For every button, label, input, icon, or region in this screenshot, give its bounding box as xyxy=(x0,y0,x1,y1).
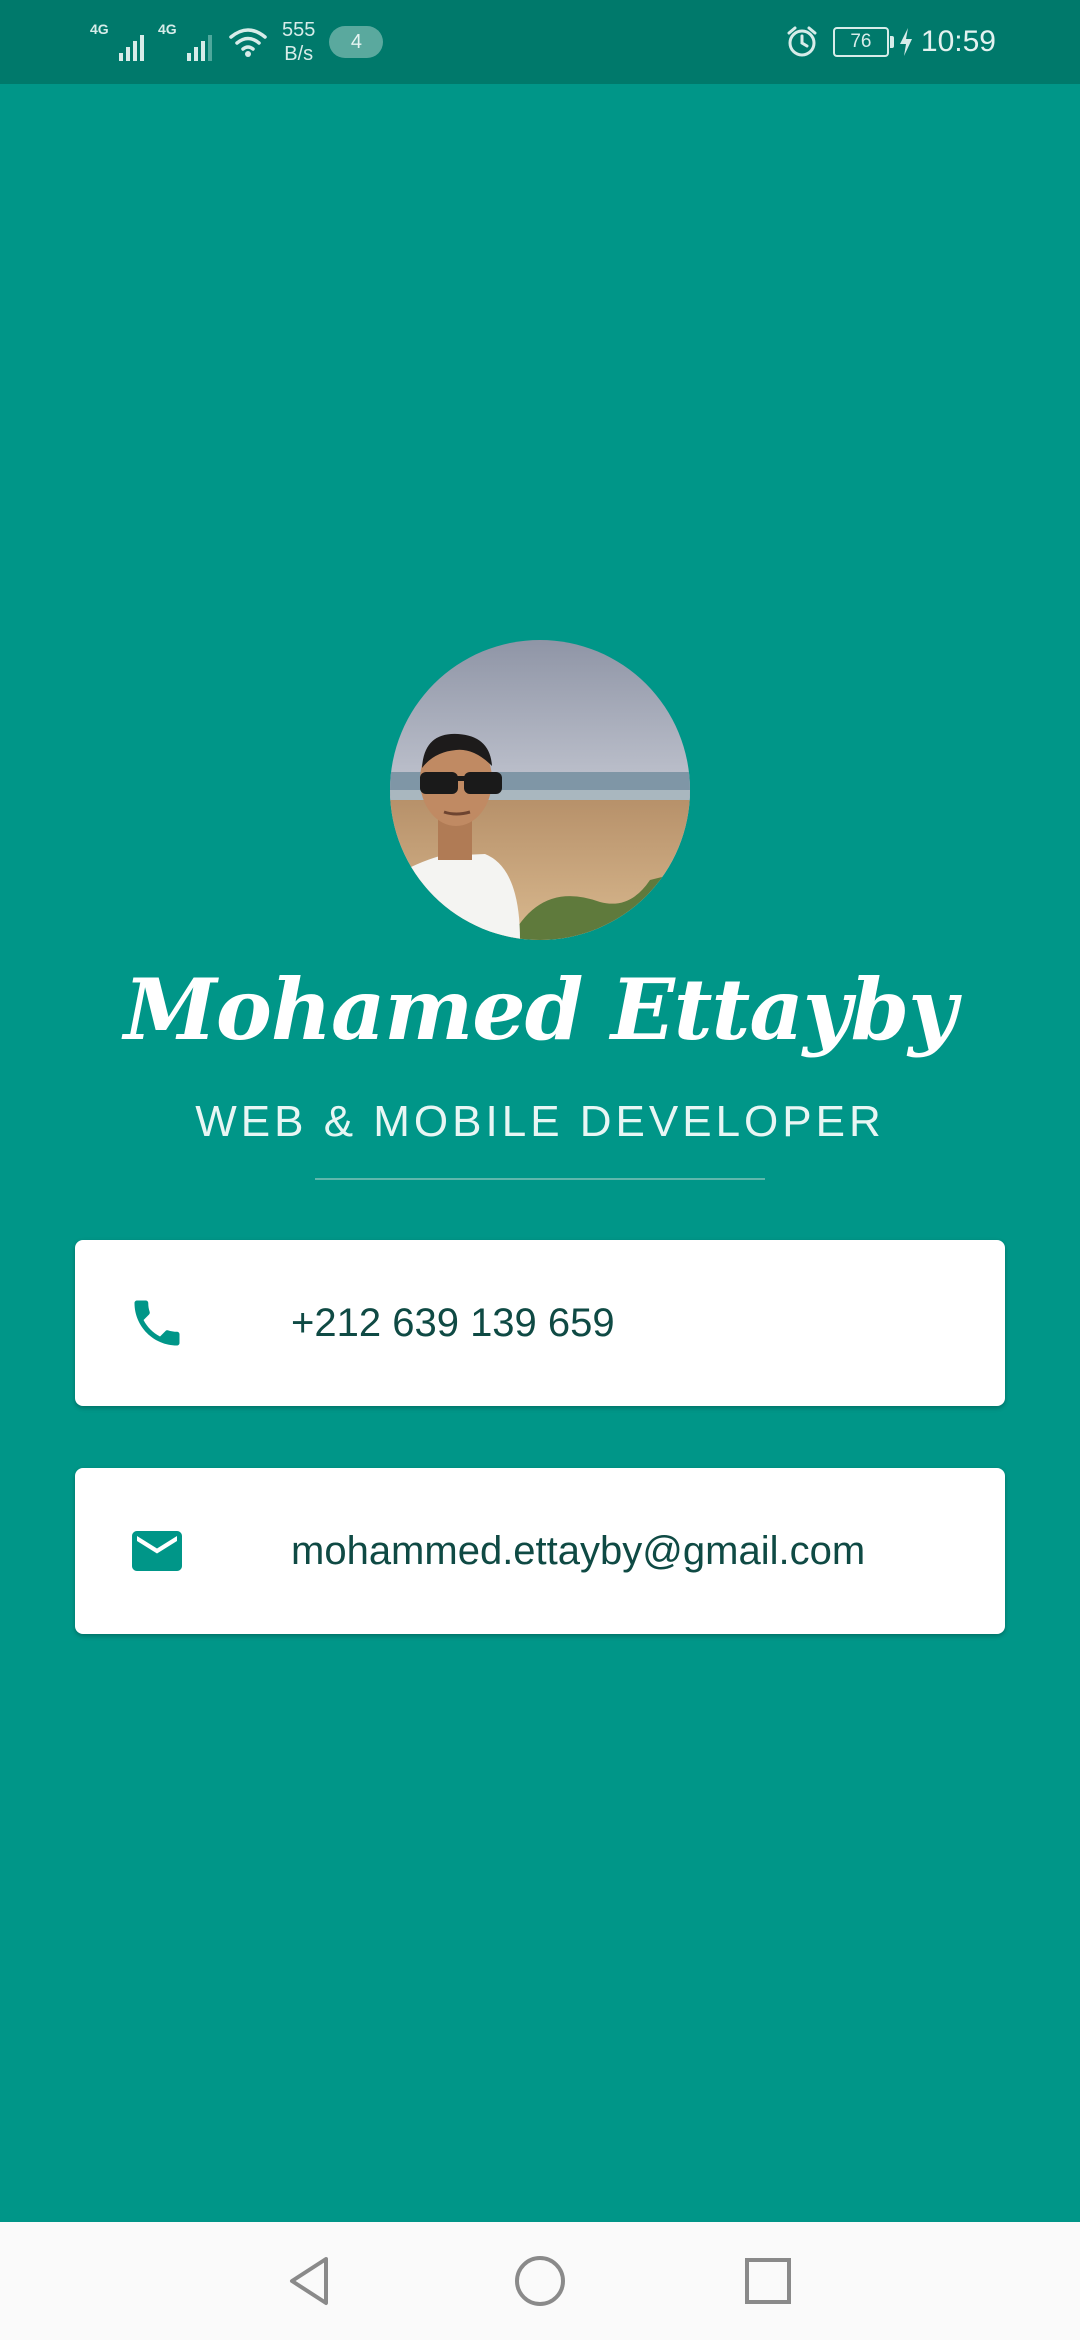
navigation-bar xyxy=(0,2222,1080,2340)
speed-unit: B/s xyxy=(284,43,314,65)
network-type-2: 4G xyxy=(158,21,177,37)
status-time: 10:59 xyxy=(920,25,996,58)
network-type-1: 4G xyxy=(90,21,109,37)
avatar-image xyxy=(390,640,690,940)
triangle-back-icon xyxy=(290,2257,328,2305)
profile-name: Mohamed Ettayby xyxy=(123,960,957,1059)
profile-avatar xyxy=(390,640,690,940)
email-icon xyxy=(132,1531,182,1571)
phone-card[interactable]: +212 639 139 659 xyxy=(75,1240,1005,1406)
signal-1-icon: 4G xyxy=(90,21,144,63)
circle-home-icon xyxy=(515,2256,565,2306)
profile-title: WEB & MOBILE DEVELOPER xyxy=(195,1097,885,1146)
screen: 4G 4G 555 B/s 4 76 10:59 Mohamed Ettayby… xyxy=(0,0,1080,2340)
signal-2-icon: 4G xyxy=(158,21,212,63)
home-button[interactable] xyxy=(481,2222,599,2340)
alarm-icon xyxy=(787,26,817,57)
status-bar: 4G 4G 555 B/s 4 76 10:59 xyxy=(0,0,1080,84)
battery-indicator: 76 xyxy=(832,27,894,57)
square-recents-icon xyxy=(745,2258,791,2304)
email-card[interactable]: mohammed.ettayby@gmail.com xyxy=(75,1468,1005,1634)
network-speed: 555 B/s xyxy=(282,18,315,66)
phone-number: +212 639 139 659 xyxy=(291,1301,615,1345)
status-left: 4G 4G 555 B/s 4 xyxy=(90,0,384,84)
speed-value: 555 xyxy=(282,19,316,41)
recents-button[interactable] xyxy=(709,2222,827,2340)
notification-count-badge: 4 xyxy=(329,26,384,58)
divider xyxy=(315,1178,765,1180)
status-right: 76 10:59 xyxy=(785,0,996,84)
wifi-icon xyxy=(229,28,267,57)
email-address: mohammed.ettayby@gmail.com xyxy=(291,1529,866,1573)
charging-bolt-icon xyxy=(899,28,912,56)
back-button[interactable] xyxy=(250,2222,368,2340)
phone-icon xyxy=(134,1300,180,1346)
